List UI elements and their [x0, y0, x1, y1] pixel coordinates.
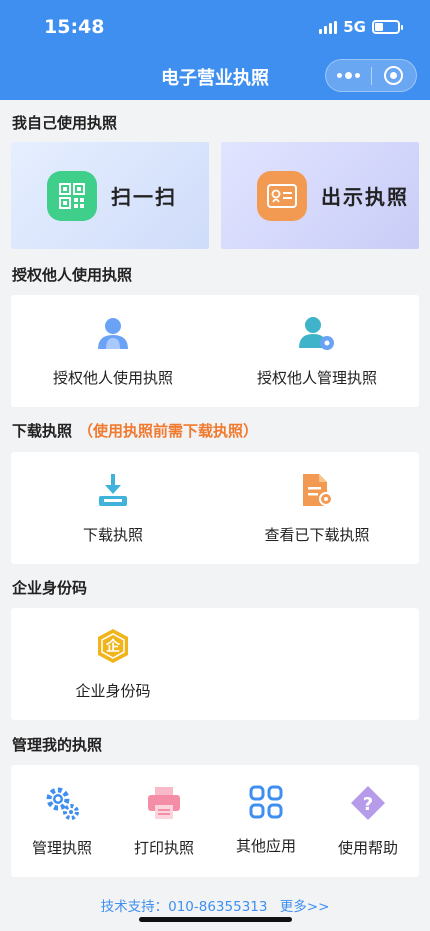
- support-phone: 技术支持：010-86355313: [100, 899, 268, 915]
- download-card: 下载执照 查看已下载执照: [11, 452, 419, 564]
- user-settings-icon: [215, 315, 419, 351]
- view-downloaded-label: 查看已下载执照: [264, 526, 370, 544]
- apps-grid-icon: [215, 785, 317, 819]
- more-dot-icon: [354, 73, 360, 78]
- battery-icon: [372, 20, 403, 34]
- section-title-manage: 管理我的执照: [12, 736, 103, 754]
- download-license-button[interactable]: 下载执照: [11, 472, 215, 545]
- manage-license-button[interactable]: 管理执照: [11, 785, 113, 858]
- help-label: 使用帮助: [337, 839, 398, 857]
- qr-code-icon: [47, 170, 97, 221]
- top-bar: 15:48 5G 电子营业执照: [0, 0, 430, 100]
- authorize-card: 授权他人使用执照 授权他人管理执照: [11, 295, 419, 407]
- people-icon: [11, 315, 215, 351]
- print-license-button[interactable]: 打印执照: [113, 785, 215, 858]
- close-miniprogram-button[interactable]: [372, 66, 417, 85]
- enterprise-badge-char: 企: [106, 639, 120, 655]
- status-time: 15:48: [44, 16, 105, 38]
- show-license-label: 出示执照: [321, 185, 409, 209]
- footer: 技术支持：010-86355313 更多>>: [0, 895, 430, 915]
- show-license-card[interactable]: 出示执照: [221, 142, 419, 249]
- section-title-self-use: 我自己使用执照: [12, 114, 118, 132]
- scan-card[interactable]: 扫一扫: [11, 142, 209, 249]
- enterprise-id-label: 企业身份码: [75, 682, 151, 700]
- home-indicator: [139, 917, 292, 922]
- authorize-use-button[interactable]: 授权他人使用执照: [11, 315, 215, 388]
- authorize-manage-button[interactable]: 授权他人管理执照: [215, 315, 419, 388]
- more-dot-icon: [336, 73, 342, 78]
- manage-card: 管理执照 打印执照 其他应用 ? 使用帮助: [11, 765, 419, 877]
- download-icon: [11, 472, 215, 508]
- signal-icon: [319, 20, 338, 34]
- more-link[interactable]: 更多>>: [280, 899, 330, 915]
- help-icon: ?: [317, 785, 419, 821]
- help-button[interactable]: ? 使用帮助: [317, 785, 419, 858]
- svg-text:?: ?: [363, 794, 373, 815]
- enterprise-id-card: 企 企业身份码: [11, 608, 419, 720]
- section-title-download: 下载执照 （使用执照前需下载执照）: [12, 420, 258, 441]
- document-view-icon: [215, 472, 419, 508]
- network-type: 5G: [343, 18, 366, 36]
- download-license-label: 下载执照: [82, 526, 143, 544]
- view-downloaded-button[interactable]: 查看已下载执照: [215, 472, 419, 545]
- enterprise-id-button[interactable]: 企 企业身份码: [11, 628, 215, 701]
- battery-level: [375, 23, 383, 31]
- other-apps-label: 其他应用: [235, 837, 296, 855]
- authorize-manage-label: 授权他人管理执照: [256, 369, 377, 387]
- section-title-enterprise-id: 企业身份码: [12, 579, 88, 597]
- license-card-icon: [257, 170, 307, 221]
- enterprise-badge-icon: 企: [96, 628, 130, 664]
- printer-icon: [113, 785, 215, 821]
- miniprogram-capsule: [325, 59, 417, 92]
- section-title-authorize: 授权他人使用执照: [12, 266, 133, 284]
- download-title: 下载执照: [12, 422, 73, 440]
- manage-license-label: 管理执照: [31, 839, 92, 857]
- print-license-label: 打印执照: [133, 839, 194, 857]
- gears-icon: [11, 785, 113, 821]
- status-indicators: 5G: [319, 18, 403, 36]
- authorize-use-label: 授权他人使用执照: [52, 369, 173, 387]
- target-icon: [384, 66, 404, 85]
- more-menu-button[interactable]: [326, 72, 371, 79]
- other-apps-button[interactable]: 其他应用: [215, 785, 317, 856]
- more-dot-icon: [344, 72, 352, 79]
- scan-label: 扫一扫: [111, 185, 177, 209]
- download-note: （使用执照前需下载执照）: [78, 422, 259, 440]
